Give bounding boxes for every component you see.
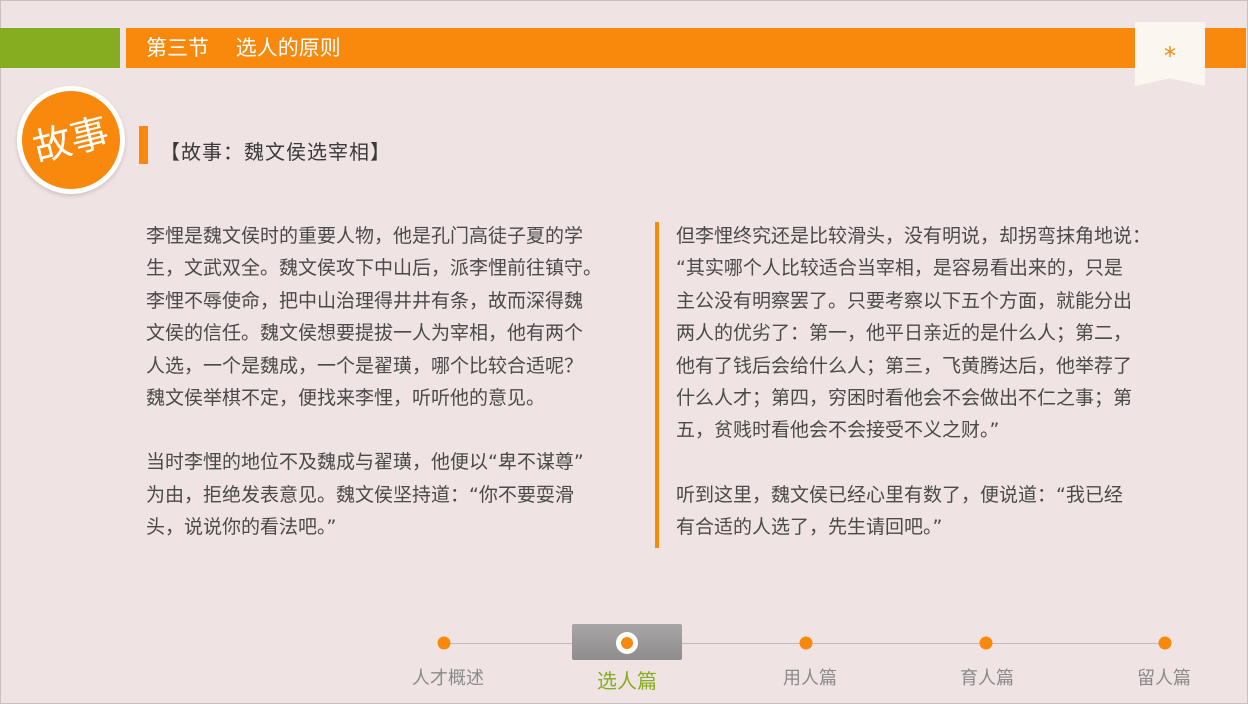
text-line: 李悝是魏文侯时的重要人物，他是孔门高徒子夏的学 — [146, 225, 584, 247]
text-line: 李悝不辱使命，把中山治理得井井有条，故而深得魏 — [146, 289, 584, 312]
nav-item-selection[interactable]: 选人篇 — [567, 665, 687, 694]
story-heading-marker — [139, 126, 148, 164]
story-left-column: 李悝是魏文侯时的重要人物，他是孔门高徒子夏的学 生，文武双全。魏文侯攻下中山后，… — [146, 220, 644, 544]
text-line: 听到这里，魏文侯已经心里有数了，便说道：“我已经 — [676, 483, 1123, 506]
nav-item-retain[interactable]: 留人篇 — [1104, 664, 1224, 690]
text-line: 为由，拒绝发表意见。魏文侯坚持道：“你不要耍滑 — [146, 483, 574, 506]
nav-dot-selection[interactable] — [621, 637, 633, 649]
text-line: 文侯的信任。魏文侯想要提拔一人为宰相，他有两个 — [146, 322, 584, 345]
text-line: 五，贫贱时看他会不会接受不义之财。” — [676, 419, 1000, 442]
nav-item-develop[interactable]: 育人篇 — [927, 664, 1047, 690]
header-green-bar — [0, 28, 120, 68]
text-line: “其实哪个人比较适合当宰相，是容易看出来的，只是 — [676, 257, 1123, 280]
column-divider — [655, 222, 659, 548]
nav-item-use[interactable]: 用人篇 — [750, 664, 870, 690]
text-line: 当时李悝的地位不及魏成与翟璜，他便以“卑不谋尊” — [146, 451, 584, 474]
text-line: 什么人才；第四，穷困时看他会不会做出不仁之事；第 — [676, 387, 1133, 410]
text-line: 两人的优劣了：第一，他平日亲近的是什么人；第二， — [676, 322, 1133, 345]
text-line: 他有了钱后会给什么人；第三，飞黄腾达后，他举荐了 — [676, 354, 1133, 377]
text-line: 生，文武双全。魏文侯攻下中山后，派李悝前往镇守。 — [146, 257, 603, 280]
nav-dot-develop[interactable] — [979, 636, 993, 650]
nav-dot-use[interactable] — [799, 636, 813, 650]
text-line: 魏文侯举棋不定，便找来李悝，听听他的意见。 — [146, 387, 546, 410]
asterisk-icon: * — [1164, 42, 1176, 70]
text-line: 但李悝终究还是比较滑头，没有明说，却拐弯抹角地说： — [676, 225, 1152, 247]
text-line: 有合适的人选了，先生请回吧。” — [676, 516, 943, 539]
nav-item-overview[interactable]: 人才概述 — [388, 664, 508, 690]
nav-dot-retain[interactable] — [1158, 636, 1172, 650]
story-right-column: 但李悝终究还是比较滑头，没有明说，却拐弯抹角地说： “其实哪个人比较适合当宰相，… — [676, 220, 1198, 544]
story-heading: 【故事：魏文侯选宰相】 — [160, 140, 391, 164]
text-line: 主公没有明察罢了。只要考察以下五个方面，就能分出 — [676, 289, 1133, 312]
nav-dot-overview[interactable] — [437, 636, 451, 650]
text-line: 头，说说你的看法吧。” — [146, 516, 337, 539]
section-title: 第三节 选人的原则 — [146, 36, 341, 60]
text-line: 人选，一个是魏成，一个是翟璜，哪个比较合适呢？ — [146, 354, 584, 377]
